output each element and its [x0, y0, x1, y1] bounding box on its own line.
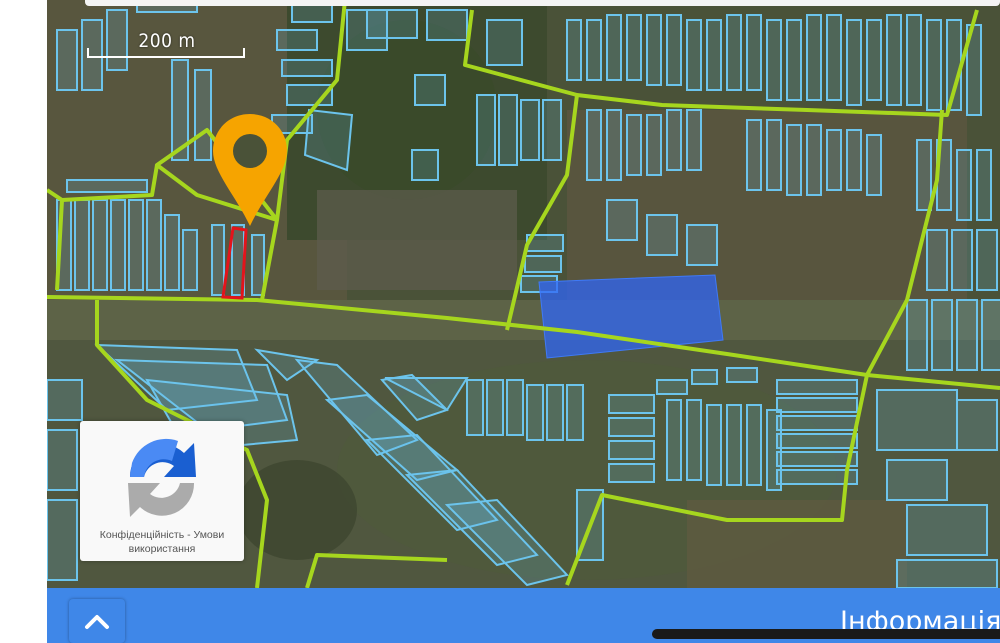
recaptcha-badge[interactable]: Конфіденційність - Умови використання [80, 421, 244, 561]
recaptcha-icon [128, 438, 196, 517]
chevron-up-icon [85, 615, 109, 629]
search-panel-edge[interactable] [85, 0, 1000, 6]
home-indicator [652, 629, 1000, 639]
recaptcha-links[interactable]: Конфіденційність - Умови використання [80, 528, 244, 556]
expand-up-button[interactable] [69, 599, 125, 643]
recaptcha-terms-cont[interactable]: використання [80, 542, 244, 556]
map-scale: 200 m [87, 26, 247, 60]
scale-bar [87, 48, 245, 58]
recaptcha-privacy-terms[interactable]: Конфіденційність - Умови [80, 528, 244, 542]
